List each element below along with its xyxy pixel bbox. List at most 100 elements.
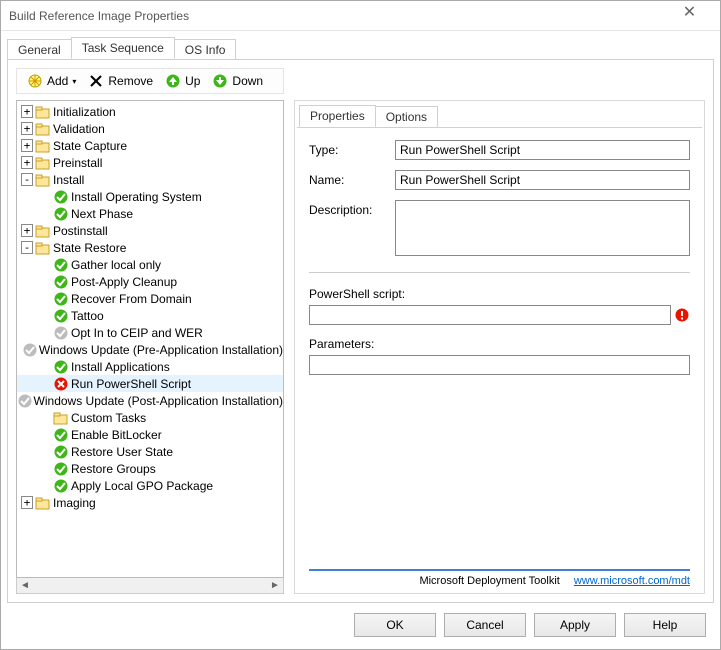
script-field[interactable]: [309, 305, 671, 325]
tree-node-label: Restore User State: [69, 445, 173, 459]
check-icon: [53, 359, 69, 375]
inner-tab-properties[interactable]: Properties: [299, 105, 376, 127]
tree-node-label: Recover From Domain: [69, 292, 192, 306]
tree-node[interactable]: Install Operating System: [17, 188, 283, 205]
dropdown-icon: ▾: [72, 77, 76, 86]
tree-node[interactable]: +Preinstall: [17, 154, 283, 171]
description-field[interactable]: [395, 200, 690, 256]
folder-icon: [35, 121, 51, 137]
check-icon: [53, 427, 69, 443]
tab-os-info[interactable]: OS Info: [174, 39, 237, 60]
name-field[interactable]: [395, 170, 690, 190]
check-icon: [53, 461, 69, 477]
tree-node[interactable]: Post-Apply Cleanup: [17, 273, 283, 290]
check-icon: [53, 478, 69, 494]
tree-panel: +Initialization+Validation+State Capture…: [16, 100, 284, 594]
up-icon: [165, 73, 181, 89]
tree-node[interactable]: Restore Groups: [17, 460, 283, 477]
folder-icon: [35, 104, 51, 120]
expander-icon[interactable]: +: [21, 122, 33, 135]
add-button[interactable]: Add ▾: [23, 72, 80, 90]
parameters-field[interactable]: [309, 355, 690, 375]
tree-node-label: Install Operating System: [69, 190, 202, 204]
tree-node-label: Apply Local GPO Package: [69, 479, 213, 493]
close-button[interactable]: ✕: [667, 2, 712, 30]
button-bar: OK Cancel Apply Help: [1, 603, 720, 649]
tab-task-sequence[interactable]: Task Sequence: [71, 37, 175, 59]
tree-node-label: Gather local only: [69, 258, 161, 272]
titlebar: Build Reference Image Properties ✕: [1, 1, 720, 31]
tree-node[interactable]: Apply Local GPO Package: [17, 477, 283, 494]
tab-general[interactable]: General: [7, 39, 72, 60]
expander-icon[interactable]: +: [21, 139, 33, 152]
check-icon: [53, 206, 69, 222]
tree-node[interactable]: Custom Tasks: [17, 409, 283, 426]
up-button[interactable]: Up: [161, 72, 204, 90]
disabled-icon: [53, 325, 69, 341]
down-icon: [212, 73, 228, 89]
folder-icon: [35, 495, 51, 511]
tree-node-label: Tattoo: [69, 309, 104, 323]
tree-node[interactable]: -Install: [17, 171, 283, 188]
tree-node[interactable]: Next Phase: [17, 205, 283, 222]
brand-footer: Microsoft Deployment Toolkit www.microso…: [309, 569, 690, 587]
tree-node-label: Install Applications: [69, 360, 170, 374]
tree-node[interactable]: + Postinstall: [17, 222, 283, 239]
horizontal-scrollbar[interactable]: ◄ ►: [16, 578, 284, 594]
close-icon: ✕: [683, 4, 696, 21]
expander-icon[interactable]: +: [21, 224, 33, 237]
tree-node-label: State Restore: [51, 241, 126, 255]
tree-node-label: State Capture: [51, 139, 127, 153]
tree-node-label: Postinstall: [51, 224, 108, 238]
disabled-icon: [18, 393, 32, 409]
name-label: Name:: [309, 170, 395, 187]
toolbar: Add ▾ Remove Up Down: [16, 68, 284, 94]
expander-icon[interactable]: -: [21, 173, 33, 186]
tree-node[interactable]: Gather local only: [17, 256, 283, 273]
tree-node[interactable]: - State Restore: [17, 239, 283, 256]
expander-icon[interactable]: +: [21, 156, 33, 169]
tree-node[interactable]: Windows Update (Pre-Application Installa…: [17, 341, 283, 358]
tree-node[interactable]: Recover From Domain: [17, 290, 283, 307]
folder-icon: [35, 223, 51, 239]
error-icon: [53, 376, 69, 392]
scroll-left-icon[interactable]: ◄: [17, 580, 33, 591]
tree-node[interactable]: Opt In to CEIP and WER: [17, 324, 283, 341]
tree-node-label: Run PowerShell Script: [69, 377, 191, 391]
tree-node-label: Post-Apply Cleanup: [69, 275, 177, 289]
add-icon: [27, 73, 43, 89]
tree-node[interactable]: Enable BitLocker: [17, 426, 283, 443]
tree-node[interactable]: Install Applications: [17, 358, 283, 375]
check-icon: [53, 444, 69, 460]
outer-tabstrip: General Task Sequence OS Info: [1, 31, 720, 59]
tree-node[interactable]: + State Capture: [17, 137, 283, 154]
check-icon: [53, 308, 69, 324]
check-icon: [53, 274, 69, 290]
down-button[interactable]: Down: [208, 72, 267, 90]
inner-tab-options[interactable]: Options: [375, 106, 438, 128]
tree-node[interactable]: Restore User State: [17, 443, 283, 460]
tree-node[interactable]: + Validation: [17, 120, 283, 137]
ok-button[interactable]: OK: [354, 613, 436, 637]
script-label: PowerShell script:: [309, 287, 690, 301]
cancel-button[interactable]: Cancel: [444, 613, 526, 637]
task-tree[interactable]: +Initialization+Validation+State Capture…: [16, 100, 284, 578]
tree-node-label: Custom Tasks: [69, 411, 146, 425]
apply-button[interactable]: Apply: [534, 613, 616, 637]
tree-node[interactable]: +Initialization: [17, 103, 283, 120]
expander-icon[interactable]: +: [21, 105, 33, 118]
remove-button[interactable]: Remove: [84, 72, 157, 90]
folder-icon: [35, 138, 51, 154]
expander-icon[interactable]: -: [21, 241, 33, 254]
expander-icon[interactable]: +: [21, 496, 33, 509]
help-button[interactable]: Help: [624, 613, 706, 637]
check-icon: [53, 189, 69, 205]
tree-node[interactable]: Run PowerShell Script: [17, 375, 283, 392]
scroll-right-icon[interactable]: ►: [267, 580, 283, 591]
tree-node-label: Windows Update (Post-Application Install…: [32, 394, 283, 408]
tree-node[interactable]: Windows Update (Post-Application Install…: [17, 392, 283, 409]
tree-node[interactable]: +Imaging: [17, 494, 283, 511]
brand-link[interactable]: www.microsoft.com/mdt: [574, 575, 690, 587]
tree-node-label: Validation: [51, 122, 105, 136]
tree-node[interactable]: Tattoo: [17, 307, 283, 324]
